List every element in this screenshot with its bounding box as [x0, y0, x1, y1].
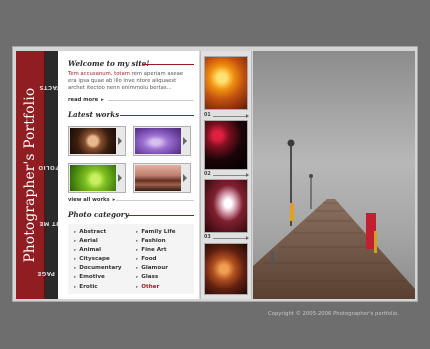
nav-item-portfolio[interactable]: 03 Portfolio [38, 139, 77, 195]
arrow-right-icon [183, 137, 187, 145]
latest-works-heading: Latest works [68, 110, 120, 119]
content-panel: Welcome to my site! Tem accusanum, totam… [58, 51, 199, 299]
photo-category-heading: Photo category [68, 210, 129, 219]
arrow-right-icon [118, 174, 122, 182]
category-link[interactable]: ▸ Abstract [74, 228, 122, 237]
gallery-thumb-rule [213, 175, 247, 176]
gallery-thumb-rule [213, 238, 247, 239]
bullet-icon: ▸ [74, 257, 77, 263]
bullet-icon: ▸ [74, 266, 77, 272]
read-more-link[interactable]: read more ▸ [68, 97, 104, 103]
bullet-icon: ▸ [136, 230, 139, 235]
category-label: Food [141, 256, 157, 263]
gallery-thumbnail-column: 01 02 03 [200, 51, 252, 299]
gallery-thumb-number: 03 [204, 235, 211, 240]
category-link[interactable]: ▸ Glamour [136, 264, 176, 273]
heading-rule [120, 115, 194, 116]
site-title: Photographer's Portfolio [22, 87, 38, 263]
divider [108, 100, 194, 101]
category-list: ▸ Abstract ▸ Aerial ▸ Animal ▸ Cityscape ▸ Do… [68, 224, 194, 294]
category-label: Fashion [141, 238, 166, 245]
category-link[interactable]: ▸ Documentary [74, 264, 122, 273]
category-column-right: ▸ Family Life ▸ Fashion ▸ Fine Art ▸ Food ▸ G… [136, 228, 176, 292]
gallery-thumb-rule [213, 116, 247, 117]
arrow-right-icon [246, 173, 249, 177]
category-label: Other [141, 283, 160, 290]
gallery-thumb-number: 02 [204, 172, 211, 177]
featured-photo [253, 51, 415, 299]
category-link[interactable]: ▸ Glass [136, 273, 176, 282]
thumbnail-image [135, 128, 181, 154]
category-link[interactable]: ▸ Aerial [74, 237, 122, 246]
category-label: Cityscape [79, 256, 110, 263]
latest-work-thumb-4[interactable] [133, 163, 191, 193]
category-label: Aerial [79, 238, 98, 245]
category-link[interactable]: ▸ Animal [74, 246, 122, 255]
gallery-thumb-4[interactable] [204, 243, 248, 295]
category-link[interactable]: ▸ Emotive [74, 273, 122, 282]
bullet-icon: ▸ [74, 248, 77, 254]
bullet-icon: ▸ [74, 230, 77, 235]
view-all-works-link[interactable]: view all works ▸ [68, 197, 115, 203]
nav-item-contacts[interactable]: 04 Contacts [39, 59, 75, 115]
category-link[interactable]: ▸ Cityscape [74, 255, 122, 264]
gallery-thumb-1[interactable] [204, 56, 248, 110]
nav-item-about[interactable]: 02 About me [39, 199, 75, 247]
arrow-right-icon [183, 174, 187, 182]
divider [116, 200, 194, 201]
category-column-left: ▸ Abstract ▸ Aerial ▸ Animal ▸ Cityscape ▸ Do… [74, 228, 122, 292]
bullet-icon: ▸ [74, 239, 77, 245]
main-nav: 01 Home page 02 About me 03 Portfolio 04… [37, 51, 78, 299]
arrow-right-icon [246, 114, 249, 118]
thumbnail-image [70, 165, 116, 191]
bullet-icon: ▸ [74, 284, 77, 290]
category-label: Fine Art [141, 247, 167, 254]
thumbnail-image [135, 165, 181, 191]
welcome-lead: Tem accusanum, totam [68, 71, 130, 77]
gallery-thumb-3[interactable] [204, 179, 248, 233]
bullet-icon: ▸ [136, 266, 139, 272]
bullet-icon: ▸ [136, 284, 139, 290]
heading-rule [126, 215, 194, 216]
nav-item-home[interactable]: 01 Home page [37, 249, 78, 297]
arrow-right-icon: ▸ [101, 97, 104, 103]
arrow-right-icon: ▸ [112, 197, 116, 203]
pier-image [253, 51, 415, 299]
footer-copyright: Copyright © 2005-2006 Photographer's por… [268, 311, 399, 317]
read-more-label: read more [68, 97, 99, 103]
category-label: Abstract [79, 229, 107, 235]
category-label: Animal [79, 247, 102, 254]
category-link-active[interactable]: ▸ Other [136, 283, 176, 292]
bullet-icon: ▸ [136, 257, 139, 263]
view-all-label: view all works [68, 197, 110, 203]
category-label: Glamour [141, 265, 168, 272]
bullet-icon: ▸ [74, 275, 77, 281]
category-link[interactable]: ▸ Food [136, 255, 176, 264]
bullet-icon: ▸ [136, 239, 139, 245]
welcome-heading: Welcome to my site! [68, 59, 150, 68]
gallery-thumb-2[interactable] [204, 120, 248, 170]
welcome-text: Tem accusanum, totam rem aperiam aseae e… [68, 71, 193, 92]
category-label: Erotic [79, 283, 98, 290]
category-link[interactable]: ▸ Fine Art [136, 246, 176, 255]
category-label: Emotive [79, 274, 105, 281]
latest-work-thumb-3[interactable] [68, 163, 126, 193]
gallery-thumb-number: 01 [204, 113, 211, 118]
thumbnail-image [70, 128, 116, 154]
arrow-right-icon [118, 137, 122, 145]
category-link[interactable]: ▸ Fashion [136, 237, 176, 246]
bullet-icon: ▸ [136, 248, 139, 254]
category-link[interactable]: ▸ Family Life [136, 228, 176, 237]
latest-work-thumb-2[interactable] [133, 126, 191, 156]
category-label: Glass [141, 274, 159, 281]
heading-rule [142, 64, 194, 65]
arrow-right-icon [246, 236, 249, 240]
latest-work-thumb-1[interactable] [68, 126, 126, 156]
category-link[interactable]: ▸ Erotic [74, 283, 122, 292]
bullet-icon: ▸ [136, 275, 139, 281]
category-label: Family Life [141, 229, 176, 235]
category-label: Documentary [79, 265, 122, 272]
